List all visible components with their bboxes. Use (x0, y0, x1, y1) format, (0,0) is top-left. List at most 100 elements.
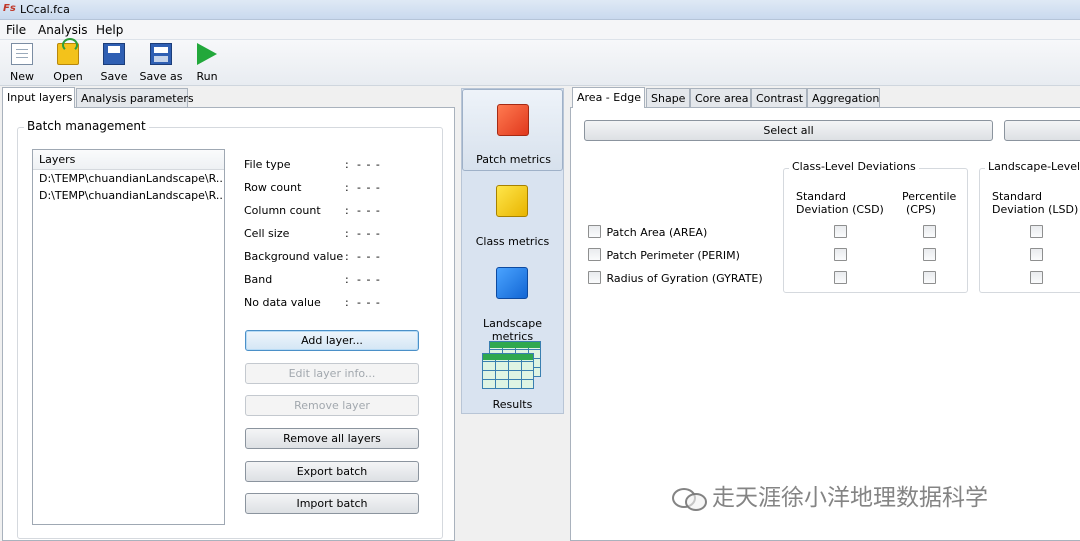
menu-help[interactable]: Help (96, 23, 123, 37)
deselect-all-button[interactable] (1004, 120, 1080, 141)
file-type-label: File type (244, 158, 291, 171)
export-batch-button[interactable]: Export batch (245, 461, 419, 482)
perim-cps-checkbox[interactable] (923, 248, 936, 261)
batch-management-group: Batch management Layers D:\TEMP\chuandia… (17, 119, 443, 539)
metrics-navigation: Patch metrics Class metrics Landscape me… (461, 88, 564, 414)
gyrate-cps-checkbox[interactable] (923, 271, 936, 284)
save-as-button[interactable]: Save as (139, 43, 183, 85)
column-count-label: Column count (244, 204, 321, 217)
remove-layer-button[interactable]: Remove layer (245, 395, 419, 416)
menu-file[interactable]: File (6, 23, 26, 37)
nav-class-metrics-label: Class metrics (475, 235, 550, 248)
nav-class-metrics[interactable]: Class metrics (462, 171, 563, 253)
menu-bar: File Analysis Help (0, 20, 1080, 40)
toolbar: New Open Save Save as Run (0, 38, 1080, 86)
row-count-label: Row count (244, 181, 302, 194)
metric-row-gyrate[interactable]: Radius of Gyration (GYRATE) (588, 271, 763, 285)
cell-size-label: Cell size (244, 227, 290, 240)
tab-input-layers[interactable]: Input layers (2, 87, 75, 108)
new-file-icon (11, 43, 33, 65)
separator: : (345, 204, 349, 217)
area-checkbox[interactable] (588, 225, 601, 238)
band-value: - - - (357, 273, 381, 286)
file-type-value: - - - (357, 158, 381, 171)
new-button[interactable]: New (0, 43, 44, 85)
select-all-button[interactable]: Select all (584, 120, 993, 141)
separator: : (345, 250, 349, 263)
area-csd-checkbox[interactable] (834, 225, 847, 238)
nav-landscape-metrics[interactable]: Landscape metrics (462, 253, 563, 343)
wechat-icon (672, 486, 707, 511)
separator: : (345, 181, 349, 194)
cps-header-line2: (CPS) (906, 203, 936, 216)
perim-checkbox[interactable] (588, 248, 601, 261)
band-label: Band (244, 273, 273, 286)
metric-row-perim[interactable]: Patch Perimeter (PERIM) (588, 248, 740, 262)
save-button[interactable]: Save (92, 43, 136, 85)
csd-header-line2: Deviation (CSD) (796, 203, 884, 216)
watermark-text: 走天涯徐小洋地理数据科学 (712, 485, 988, 511)
new-label: New (10, 70, 34, 83)
perim-label: Patch Perimeter (PERIM) (606, 249, 740, 262)
class-level-deviations-group: Class-Level Deviations Standard Deviatio… (783, 160, 968, 293)
gyrate-checkbox[interactable] (588, 271, 601, 284)
tab-contrast[interactable]: Contrast (751, 88, 807, 108)
gyrate-label: Radius of Gyration (GYRATE) (606, 272, 763, 285)
open-folder-icon (57, 38, 79, 65)
cell-size-value: - - - (357, 227, 381, 240)
row-count-value: - - - (357, 181, 381, 194)
lsd-header-line1: Standard (992, 190, 1043, 203)
list-item[interactable]: D:\TEMP\chuandianLandscape\R... (33, 170, 224, 187)
run-label: Run (196, 70, 218, 83)
window-title: LCcal.fca (20, 3, 70, 16)
landscape-level-deviations-group: Landscape-Level D Standard Deviation (LS… (979, 160, 1080, 293)
perim-lsd-checkbox[interactable] (1030, 248, 1043, 261)
run-button[interactable]: Run (185, 43, 229, 85)
layers-list[interactable]: Layers D:\TEMP\chuandianLandscape\R... D… (32, 149, 225, 525)
gyrate-lsd-checkbox[interactable] (1030, 271, 1043, 284)
import-batch-button[interactable]: Import batch (245, 493, 419, 514)
floppy-disk-icon (103, 43, 125, 65)
menu-analysis[interactable]: Analysis (38, 23, 87, 37)
tab-analysis-parameters[interactable]: Analysis parameters (76, 88, 194, 108)
csd-header-line1: Standard (796, 190, 847, 203)
area-lsd-checkbox[interactable] (1030, 225, 1043, 238)
separator: : (345, 273, 349, 286)
class-level-deviations-legend: Class-Level Deviations (789, 160, 919, 173)
watermark: 走天涯徐小洋地理数据科学 (672, 478, 988, 512)
layers-list-header: Layers (33, 150, 224, 170)
play-icon (197, 43, 217, 65)
add-layer-button[interactable]: Add layer... (245, 330, 419, 351)
tab-shape[interactable]: Shape (646, 88, 690, 108)
class-metrics-icon (496, 185, 528, 217)
open-label: Open (53, 70, 83, 83)
lsd-header-line2: Deviation (LSD) (992, 203, 1079, 216)
nav-results[interactable]: Results (462, 335, 563, 417)
no-data-value-label: No data value (244, 296, 321, 309)
area-edge-panel: Select all Class-Level Deviations Standa… (570, 107, 1080, 541)
tab-core-area[interactable]: Core area (690, 88, 751, 108)
save-as-icon (150, 43, 172, 65)
cps-header-line1: Percentile (902, 190, 957, 203)
nav-patch-metrics[interactable]: Patch metrics (462, 89, 563, 171)
perim-csd-checkbox[interactable] (834, 248, 847, 261)
title-bar: Fs LCcal.fca (0, 0, 1080, 20)
patch-metrics-icon (497, 104, 529, 136)
tab-area-edge[interactable]: Area - Edge (572, 87, 645, 108)
remove-all-layers-button[interactable]: Remove all layers (245, 428, 419, 449)
background-value-label: Background value (244, 250, 344, 263)
nav-patch-metrics-label: Patch metrics (476, 153, 551, 166)
edit-layer-info-button[interactable]: Edit layer info... (245, 363, 419, 384)
list-item[interactable]: D:\TEMP\chuandianLandscape\R... (33, 187, 224, 204)
separator: : (345, 158, 349, 171)
metric-row-area[interactable]: Patch Area (AREA) (588, 225, 707, 239)
open-button[interactable]: Open (46, 38, 90, 85)
save-as-label: Save as (139, 70, 183, 83)
input-layers-panel: Batch management Layers D:\TEMP\chuandia… (2, 107, 455, 541)
separator: : (345, 227, 349, 240)
separator: : (345, 296, 349, 309)
tab-aggregation[interactable]: Aggregation (807, 88, 880, 108)
gyrate-csd-checkbox[interactable] (834, 271, 847, 284)
results-table-icon (482, 353, 534, 389)
area-cps-checkbox[interactable] (923, 225, 936, 238)
